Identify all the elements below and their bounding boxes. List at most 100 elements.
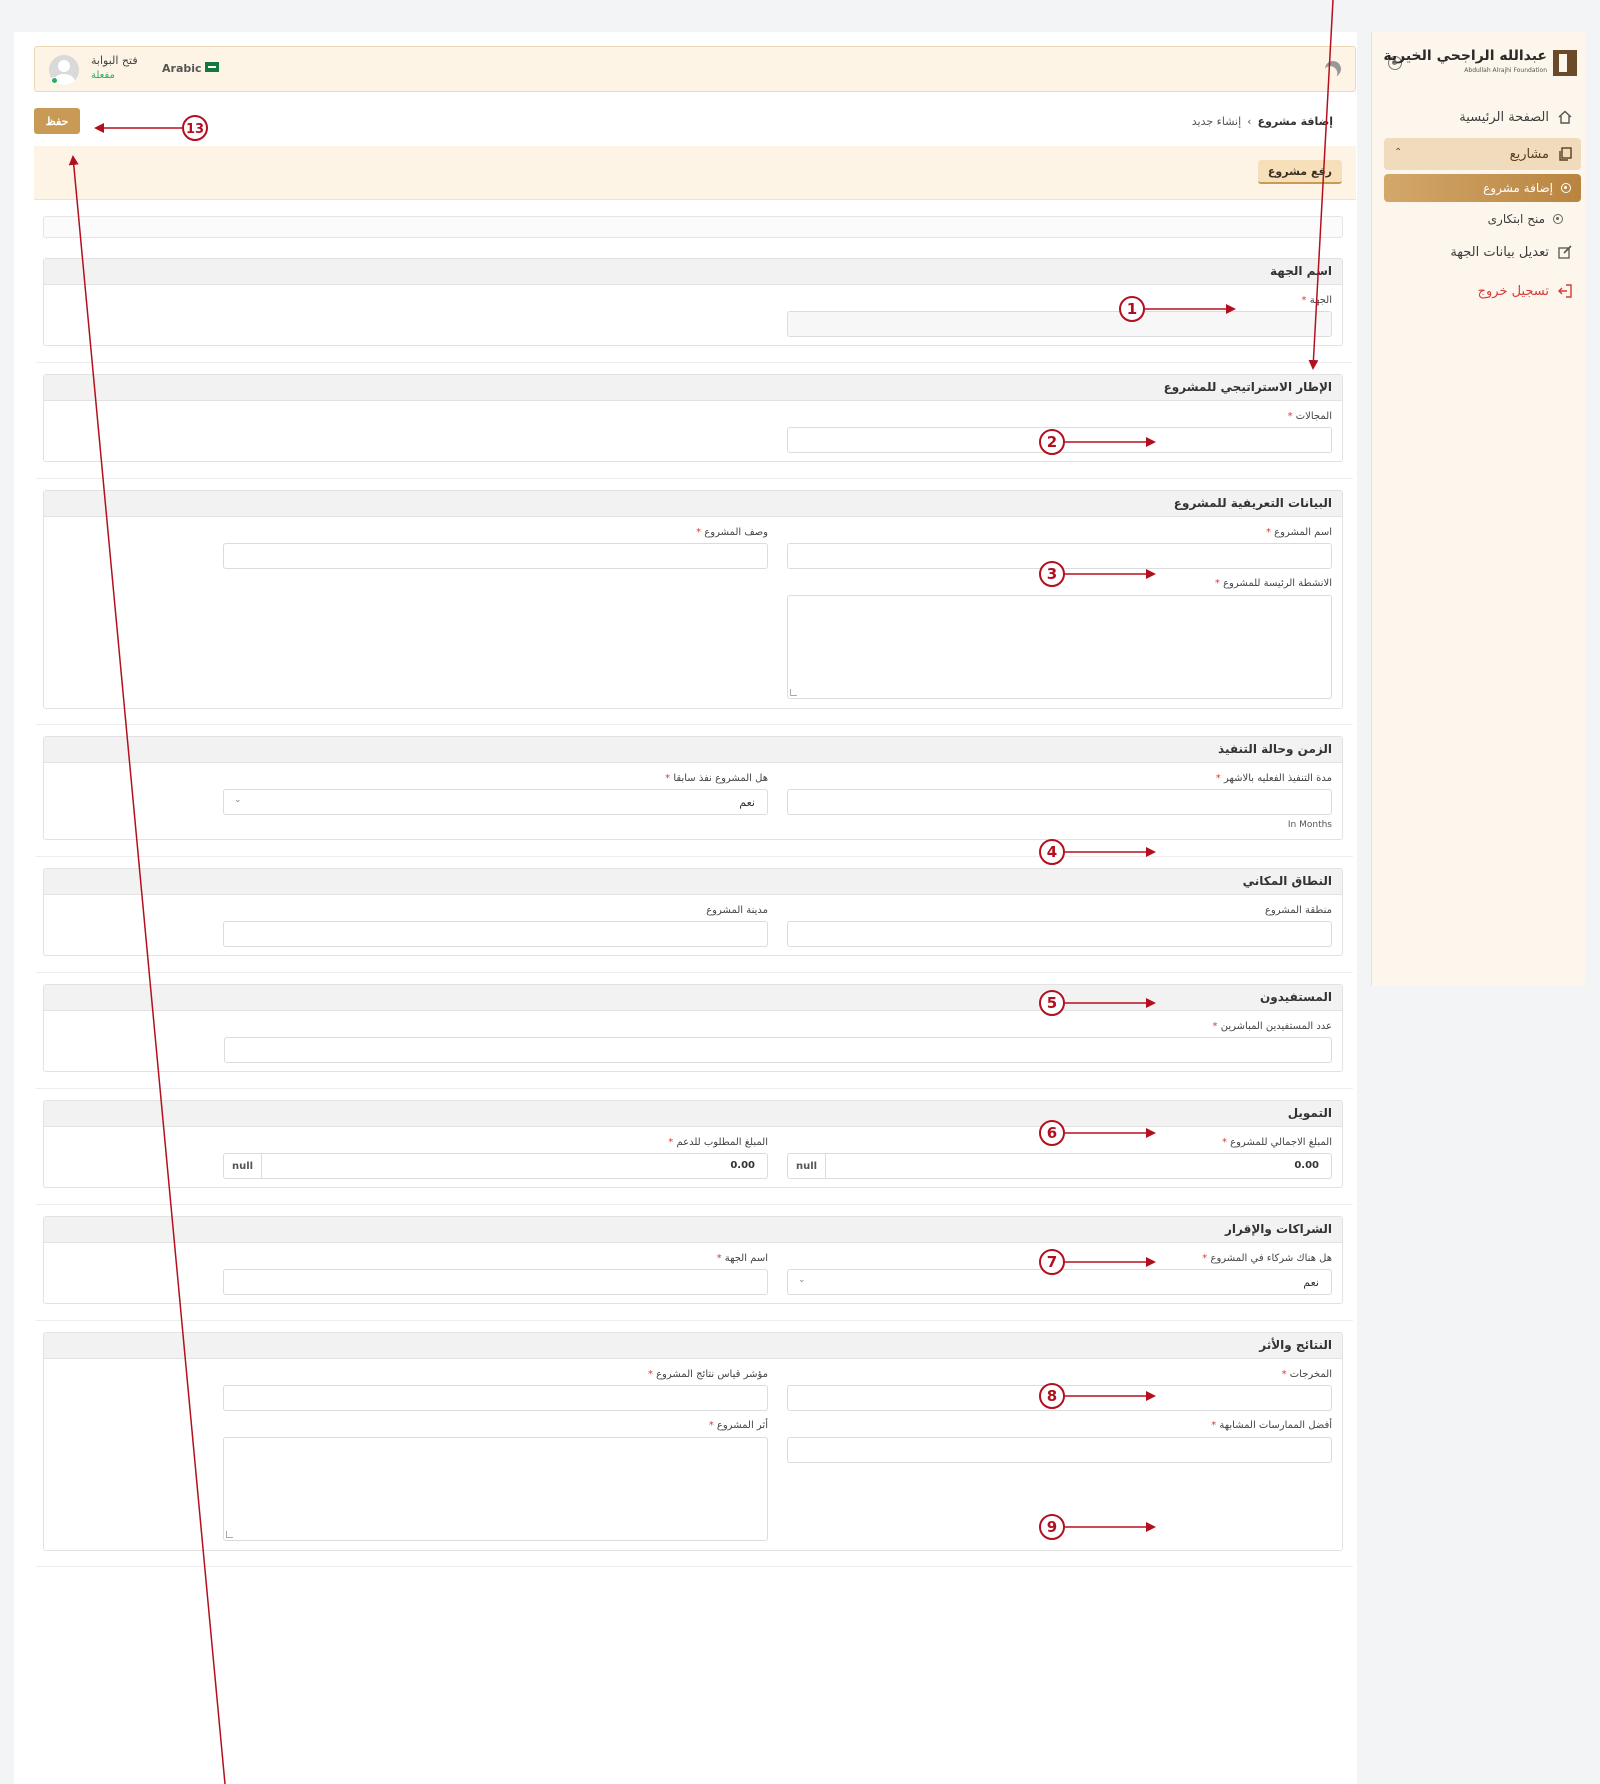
section-entity-name: اسم الجهة الجهة * <box>43 258 1343 346</box>
sidebar-item-edit-entity[interactable]: تعديل بيانات الجهة <box>1382 237 1573 267</box>
sidebar-item-home[interactable]: الصفحة الرئيسية <box>1382 102 1573 132</box>
section-header: اسم الجهة <box>44 259 1342 285</box>
required-asterisk: * <box>1215 773 1221 784</box>
required-asterisk: * <box>696 527 702 538</box>
entity-field[interactable] <box>787 311 1332 337</box>
required-asterisk: * <box>1212 1021 1218 1032</box>
section-divider <box>36 1320 1353 1321</box>
dark-mode-moon-icon[interactable] <box>1323 59 1344 80</box>
beneficiaries-label-text: عدد المستفيدين المباشرين <box>1220 1021 1332 1032</box>
sidebar-item-label: منح ابتكارى <box>1487 212 1545 226</box>
section-header: البيانات التعريفية للمشروع <box>44 491 1342 517</box>
radio-dot-icon <box>1553 214 1563 224</box>
main-activities-textarea[interactable] <box>787 595 1332 699</box>
required-asterisk: * <box>716 1253 722 1264</box>
sidebar: عبدالله الراجحي الخيرية Abdullah Alrajhi… <box>1371 32 1585 986</box>
breadcrumb-next: إنشاء جديد <box>1191 115 1242 128</box>
total-amount-label-text: المبلغ الاجمالي للمشروع <box>1230 1137 1332 1148</box>
progress-strip <box>43 216 1343 238</box>
sidebar-item-label: الصفحة الرئيسية <box>1459 109 1549 125</box>
partners-select[interactable]: نعم ⌄ <box>787 1269 1332 1295</box>
outputs-label-text: المخرجات <box>1289 1369 1332 1380</box>
section-title: الشراكات والإقرار <box>1225 1222 1332 1236</box>
section-divider <box>36 1204 1353 1205</box>
save-button[interactable]: حفظ <box>34 108 80 134</box>
chevron-up-icon: ⌃ <box>1394 147 1403 158</box>
project-description-label-text: وصف المشروع <box>704 527 768 538</box>
sidebar-item-add-project[interactable]: إضافة مشروع <box>1384 174 1581 202</box>
results-indicator-label: مؤشر قياس نتائج المشروع * <box>648 1369 768 1380</box>
required-asterisk: * <box>647 1369 653 1380</box>
project-impact-textarea[interactable] <box>223 1437 768 1541</box>
logo: عبدالله الراجحي الخيرية Abdullah Alrajhi… <box>1383 48 1577 80</box>
partners-value: نعم <box>1303 1276 1319 1289</box>
tab-upload-project[interactable]: رفع مشروع <box>1257 160 1342 184</box>
section-header: الشراكات والإقرار <box>44 1217 1342 1243</box>
executed-before-select[interactable]: نعم ⌄ <box>223 789 768 815</box>
required-asterisk: * <box>708 1420 714 1431</box>
chevron-down-icon: ⌄ <box>798 1275 806 1285</box>
region-input[interactable] <box>787 921 1332 947</box>
project-description-input[interactable] <box>223 543 768 569</box>
portal-title: فتح البوابة <box>91 54 138 67</box>
language-switch[interactable]: Arabic <box>162 62 202 75</box>
required-asterisk: * <box>665 773 671 784</box>
project-name-label: اسم المشروع * <box>1266 527 1332 538</box>
section-title: البيانات التعريفية للمشروع <box>1173 496 1332 510</box>
logo-english-text: Abdullah Alrajhi Foundation <box>1464 67 1547 74</box>
section-header: الزمن وحالة التنفيذ <box>44 737 1342 763</box>
required-asterisk: * <box>1214 578 1220 589</box>
section-header: النطاق المكاني <box>44 869 1342 895</box>
beneficiaries-label: عدد المستفيدين المباشرين * <box>1213 1021 1332 1032</box>
section-time-status: الزمن وحالة التنفيذ مدة التنفيذ الفعليه … <box>43 736 1343 840</box>
total-amount-value: 0.00 <box>1294 1160 1319 1171</box>
main-content: فتح البوابة مفعلة Arabic حفظ إضافة مشروع… <box>14 32 1357 1784</box>
partner-name-label: اسم الجهة * <box>717 1253 768 1264</box>
city-label: مدينة المشروع <box>706 905 768 916</box>
entity-label: الجهة * <box>1302 295 1332 306</box>
saudi-flag-icon[interactable] <box>205 62 219 72</box>
section-header: النتائج والأثر <box>44 1333 1342 1359</box>
results-indicator-input[interactable] <box>223 1385 768 1411</box>
region-label: منطقة المشروع <box>1264 905 1332 916</box>
executed-before-label: هل المشروع نفذ سابقا * <box>665 773 768 784</box>
section-title: الزمن وحالة التنفيذ <box>1218 742 1332 756</box>
duration-label: مدة التنفيذ الفعليه بالاشهر * <box>1216 773 1332 784</box>
duration-input[interactable] <box>787 789 1332 815</box>
required-asterisk: * <box>1281 1369 1287 1380</box>
requested-amount-label-text: المبلغ المطلوب للدعم <box>676 1137 768 1148</box>
sidebar-item-projects[interactable]: ⌃ مشاريع <box>1384 138 1581 170</box>
fields-label: المجالات * <box>1288 411 1332 422</box>
total-amount-label: المبلغ الاجمالي للمشروع * <box>1222 1137 1332 1148</box>
best-practices-input[interactable] <box>787 1437 1332 1463</box>
executed-before-value: نعم <box>739 796 755 809</box>
project-name-input[interactable] <box>787 543 1332 569</box>
partners-label-text: هل هناك شركاء في المشروع <box>1210 1253 1332 1264</box>
breadcrumb-current[interactable]: إضافة مشروع <box>1258 115 1333 128</box>
sidebar-item-innovative-grants[interactable]: منح ابتكارى <box>1382 204 1563 234</box>
entity-label-text: الجهة <box>1309 295 1332 306</box>
sidebar-item-label: تعديل بيانات الجهة <box>1450 244 1549 260</box>
executed-before-label-text: هل المشروع نفذ سابقا <box>673 773 768 784</box>
section-results-impact: النتائج والأثر المخرجات * مؤشر قياس نتائ… <box>43 1332 1343 1551</box>
chevron-down-icon: ⌄ <box>234 795 242 805</box>
outputs-input[interactable] <box>787 1385 1332 1411</box>
beneficiaries-input[interactable] <box>224 1037 1332 1063</box>
city-input[interactable] <box>223 921 768 947</box>
section-partnerships: الشراكات والإقرار هل هناك شركاء في المشر… <box>43 1216 1343 1304</box>
required-asterisk: * <box>1265 527 1271 538</box>
total-currency-addon: null <box>788 1154 826 1178</box>
total-amount-input[interactable]: null 0.00 <box>787 1153 1332 1179</box>
home-icon <box>1558 110 1572 124</box>
page-banner: رفع مشروع <box>34 146 1356 200</box>
fields-input[interactable] <box>787 427 1332 453</box>
partner-name-input[interactable] <box>223 1269 768 1295</box>
logo-mark-icon <box>1553 50 1577 76</box>
sidebar-item-logout[interactable]: تسجيل خروج <box>1382 276 1573 306</box>
main-activities-label-text: الانشطة الرئيسة للمشروع <box>1223 578 1332 589</box>
section-divider <box>36 362 1353 363</box>
requested-amount-input[interactable]: null 0.00 <box>223 1153 768 1179</box>
fields-label-text: المجالات <box>1295 411 1332 422</box>
required-asterisk: * <box>1202 1253 1208 1264</box>
section-divider <box>36 856 1353 857</box>
